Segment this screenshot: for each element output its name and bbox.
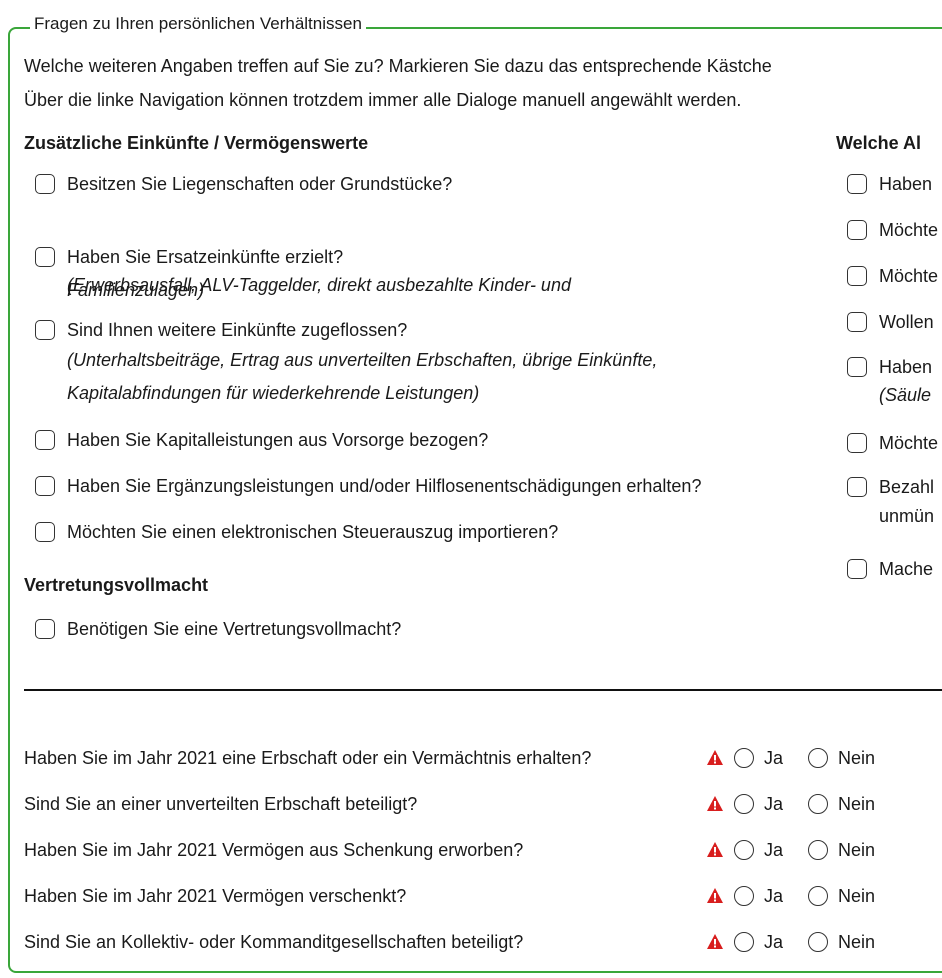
checkbox-label: Wollen [879, 312, 934, 332]
warning-triangle-icon [707, 934, 723, 949]
radio-no-label: Nein [838, 932, 876, 952]
radio-no-label: Nein [838, 748, 876, 768]
warning-triangle-icon [707, 842, 723, 857]
warning-triangle-icon [707, 750, 723, 765]
radio-no[interactable] [808, 886, 828, 906]
radio-yes[interactable] [734, 794, 754, 814]
checkbox-right-2[interactable] [847, 220, 867, 240]
question-label: Haben Sie im Jahr 2021 Vermögen verschen… [24, 886, 407, 906]
radio-yes-label: Ja [764, 794, 784, 814]
radio-yes-label: Ja [764, 840, 784, 860]
section-heading-other: Welche Al [836, 133, 922, 153]
radio-no-label: Nein [838, 886, 876, 906]
radio-yes[interactable] [734, 932, 754, 952]
checkbox-label: Möchte [879, 220, 939, 240]
radio-no[interactable] [808, 794, 828, 814]
radio-yes[interactable] [734, 748, 754, 768]
checkbox-right-7[interactable] [847, 477, 867, 497]
checkbox-right-5[interactable] [847, 357, 867, 377]
question-label: Haben Sie im Jahr 2021 Vermögen aus Sche… [24, 840, 524, 860]
radio-no[interactable] [808, 932, 828, 952]
radio-yes-label: Ja [764, 748, 784, 768]
checkbox-label: Haben [879, 174, 933, 194]
checkbox-label: Mache [879, 559, 934, 579]
right-column-clip: Welche Al Haben Möchte Möchte Wollen Hab… [0, 0, 942, 978]
checkbox-right-4[interactable] [847, 312, 867, 332]
radio-no-label: Nein [838, 840, 876, 860]
checkbox-label: Möchte [879, 433, 939, 453]
radio-no[interactable] [808, 840, 828, 860]
checkbox-right-3[interactable] [847, 266, 867, 286]
radio-yes-label: Ja [764, 932, 784, 952]
separator-line [24, 689, 942, 691]
warning-triangle-icon [707, 796, 723, 811]
question-label: Haben Sie im Jahr 2021 eine Erbschaft od… [24, 748, 592, 768]
question-label: Sind Sie an Kollektiv- oder Kommanditges… [24, 932, 524, 952]
checkbox-label: Möchte [879, 266, 939, 286]
checkbox-right-1[interactable] [847, 174, 867, 194]
checkbox-hint-1: unmün [879, 506, 935, 526]
radio-yes[interactable] [734, 840, 754, 860]
radio-yes-label: Ja [764, 886, 784, 906]
radio-yes[interactable] [734, 886, 754, 906]
checkbox-right-6[interactable] [847, 433, 867, 453]
checkbox-hint-1: (Säule [879, 385, 932, 405]
question-label: Sind Sie an einer unverteilten Erbschaft… [24, 794, 418, 814]
radio-no[interactable] [808, 748, 828, 768]
checkbox-label: Haben [879, 357, 933, 377]
warning-triangle-icon [707, 888, 723, 903]
radio-no-label: Nein [838, 794, 876, 814]
checkbox-right-8[interactable] [847, 559, 867, 579]
checkbox-label: Bezahl [879, 477, 935, 497]
